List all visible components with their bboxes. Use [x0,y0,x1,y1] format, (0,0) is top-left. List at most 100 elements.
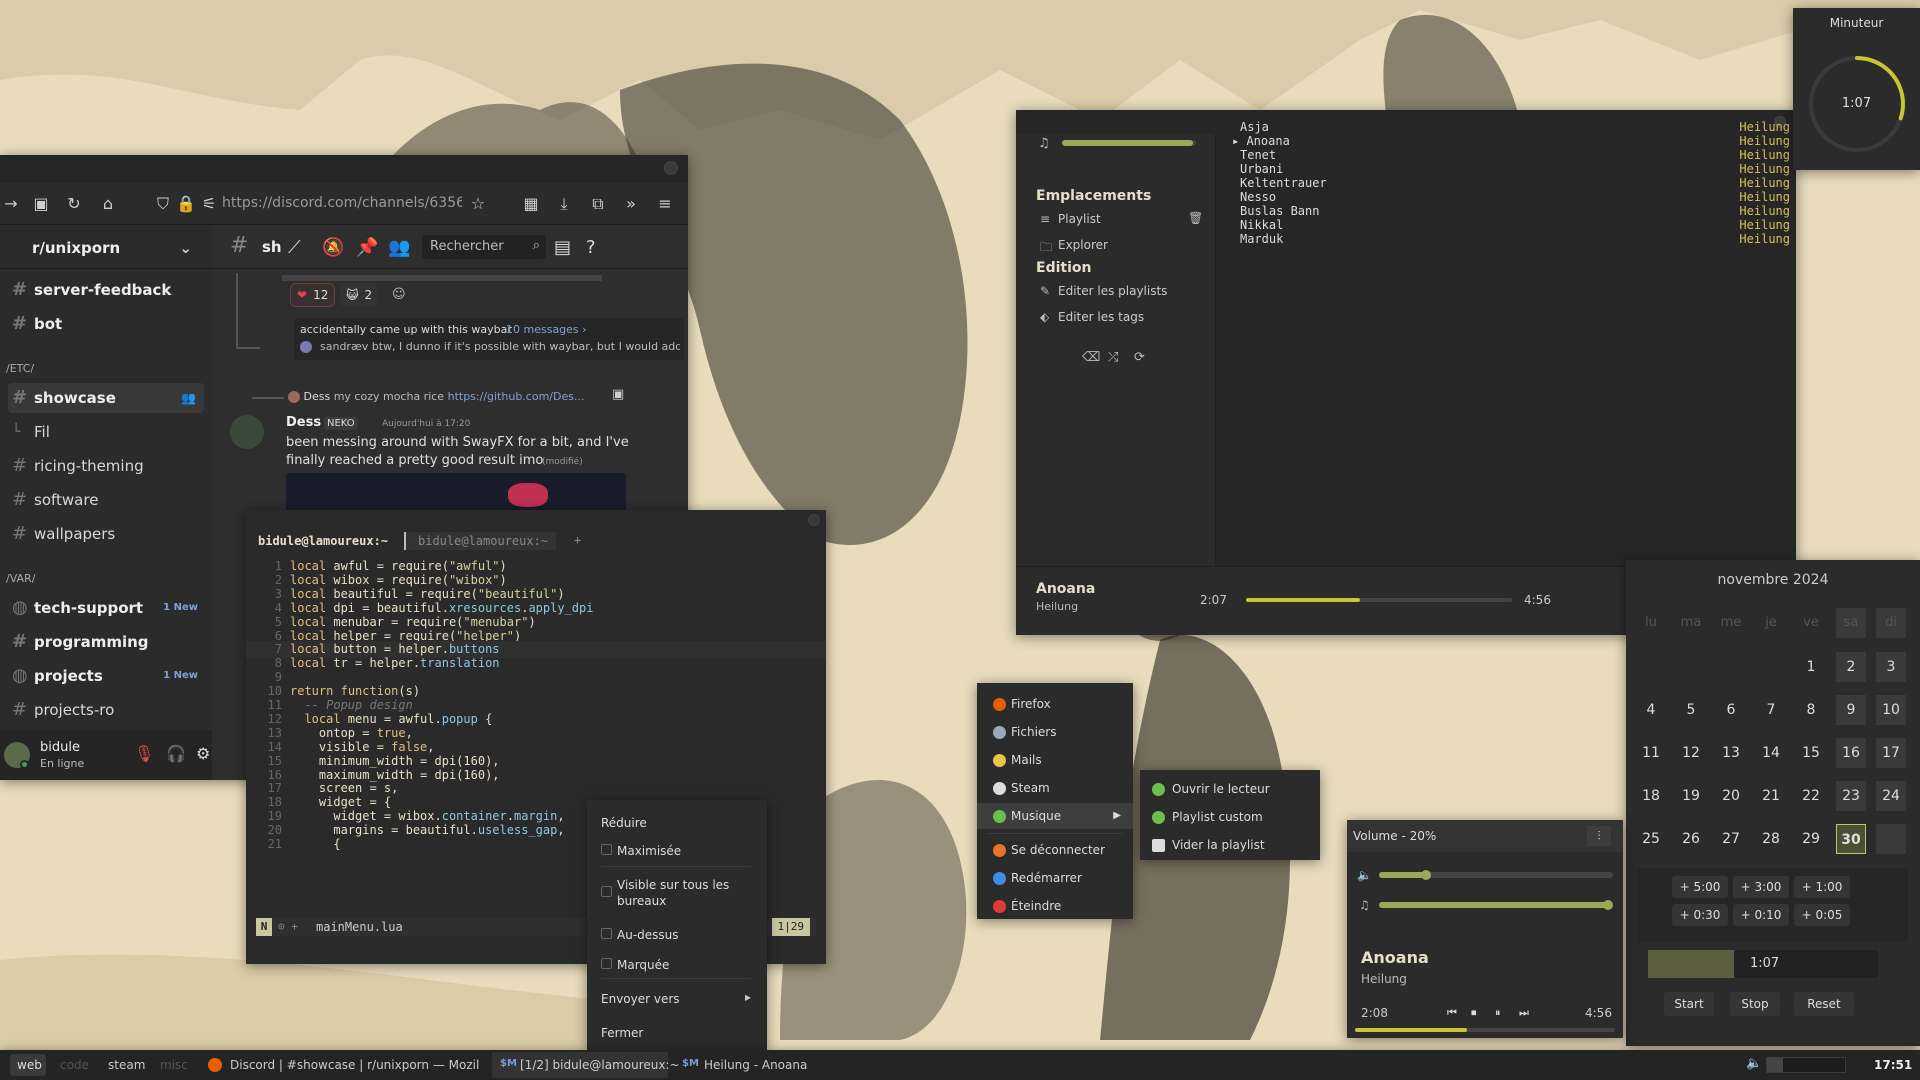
slider-knob[interactable] [1603,900,1614,910]
add-member-icon[interactable]: 👥 [181,383,196,413]
calendar-day[interactable]: 5 [1676,695,1706,725]
calendar-day[interactable]: 23 [1836,781,1866,811]
preset-30s[interactable]: + 0:30 [1672,904,1728,926]
calendar-day[interactable]: 26 [1676,824,1706,854]
track-title[interactable]: Urbani [1240,162,1283,176]
calendar-day[interactable]: 1 [1796,652,1826,682]
calendar-day[interactable]: 16 [1836,738,1866,768]
reaction-cat[interactable]: 😺 2 [340,283,379,307]
reply-preview[interactable]: Dess my cozy mocha rice https://github.c… [288,390,668,403]
shield-icon[interactable]: ⛉ [152,193,174,215]
calendar-day[interactable]: 3 [1876,652,1906,682]
category-etc[interactable]: /ETC/ [6,362,34,375]
calendar-day[interactable]: 17 [1876,738,1906,768]
slider-knob[interactable] [1420,870,1431,880]
task-terminal[interactable]: [1/2] bidule@lamoureux:~ [520,1058,680,1072]
track-artist[interactable]: Heilung [1739,232,1790,246]
new-tab-button[interactable]: + [574,533,581,547]
mixer-icon[interactable]: ⫶ [1587,826,1611,846]
track-title[interactable]: Keltentrauer [1240,176,1327,190]
chevron-down-icon[interactable]: ⌄ [179,239,192,257]
screenshot-attachment[interactable] [286,473,626,513]
menu-item-close[interactable]: Fermer [601,1026,643,1040]
tag-steam[interactable]: steam [108,1058,145,1072]
calendar-day[interactable]: 7 [1756,695,1786,725]
calendar-day[interactable]: 20 [1716,781,1746,811]
track-artist[interactable]: Heilung [1739,148,1790,162]
launcher-item-steam[interactable]: Steam [977,775,1133,801]
track-artist[interactable]: Heilung [1739,204,1790,218]
calendar-day[interactable]: 6 [1716,695,1746,725]
channel-server-feedback[interactable]: # server-feedback [8,275,204,305]
track-title[interactable]: ▸ Anoana [1232,134,1290,148]
menu-item-minimize[interactable]: Réduire [601,816,647,830]
channel-programming[interactable]: # programming [8,627,204,657]
pin-icon[interactable]: 📌 [356,237,378,258]
preset-3min[interactable]: + 3:00 [1733,876,1789,898]
calendar-day[interactable]: 9 [1836,695,1866,725]
calendar-day[interactable]: 28 [1756,824,1786,854]
menu-item-marked[interactable]: Marquée [617,958,669,972]
nav-explorer[interactable]: Explorer [1058,238,1108,252]
server-header[interactable]: r/unixporn ⌄ [0,225,212,269]
settings-gear-icon[interactable]: ⚙ [196,744,210,763]
nav-edit-tags[interactable]: Editer les tags [1058,310,1144,324]
reload-icon[interactable]: ↻ [63,193,85,215]
track-title[interactable]: Buslas Bann [1240,204,1319,218]
thread-preview[interactable]: accidentally came up with this waybar 10… [294,318,684,360]
task-firefox[interactable]: Discord | #showcase | r/unixporn — Mozil… [230,1058,480,1072]
previous-icon[interactable]: ⏮ [1447,1006,1457,1020]
calendar-day[interactable]: 2 [1836,652,1866,682]
stop-button[interactable]: Stop [1730,992,1780,1016]
channel-software[interactable]: # software [8,485,204,515]
trash-icon[interactable]: 🗑 [1188,211,1203,225]
channel-wallpapers[interactable]: # wallpapers [8,519,204,549]
volume-icon[interactable]: 🔈 [1746,1056,1762,1071]
extension-icon[interactable]: ▦ [520,193,542,215]
calendar-day[interactable]: 8 [1796,695,1826,725]
progress-bar[interactable] [1246,598,1512,602]
menu-item-ontop[interactable]: Au-dessus [617,928,679,942]
calendar-day[interactable]: 27 [1716,824,1746,854]
track-title[interactable]: Tenet [1240,148,1276,162]
inbox-icon[interactable]: ▤ [554,237,571,258]
checkbox[interactable] [601,844,612,855]
reset-button[interactable]: Reset [1794,992,1854,1016]
track-artist[interactable]: Heilung [1739,134,1790,148]
launcher-item-musique[interactable]: Musique ▶ [977,803,1133,829]
checkbox[interactable] [601,886,612,897]
track-title[interactable]: Asja [1240,120,1269,134]
repeat-icon[interactable]: ⟳ [1134,350,1145,365]
channel-ricing-theming[interactable]: # ricing-theming [8,451,204,481]
close-icon[interactable] [664,161,678,175]
calendar-day[interactable]: 21 [1756,781,1786,811]
calendar-day[interactable]: 25 [1636,824,1666,854]
tag-code[interactable]: code [60,1058,89,1072]
track-artist[interactable]: Heilung [1739,176,1790,190]
menu-item-maximized[interactable]: Maximisée [617,844,681,858]
next-icon[interactable]: ⏭ [1519,1006,1529,1020]
notification-off-icon[interactable]: 🔕 [322,237,344,258]
help-icon[interactable]: ? [586,237,596,258]
calendar-day[interactable]: 11 [1636,738,1666,768]
music-volume-slider[interactable] [1379,900,1614,910]
track-artist[interactable]: Heilung [1739,190,1790,204]
submenu-custom-playlist[interactable]: Playlist custom [1140,804,1296,830]
preset-10s[interactable]: + 0:10 [1733,904,1789,926]
sidebar-toggle-icon[interactable]: ▣ [30,193,52,215]
track-artist[interactable]: Heilung [1739,218,1790,232]
shuffle-icon[interactable]: ⤮ [1108,350,1118,365]
track-title[interactable]: Nikkal [1240,218,1283,232]
stop-icon[interactable]: ⏹ [1471,1006,1477,1020]
volume-meter[interactable] [1766,1057,1846,1073]
channel-bot[interactable]: # bot [8,309,204,339]
nav-playlist[interactable]: Playlist [1058,212,1101,226]
track-progress-bar[interactable] [1355,1028,1615,1032]
calendar-day[interactable]: 29 [1796,824,1826,854]
url-bar[interactable]: https://discord.com/channels/635612 [222,195,462,211]
channel-showcase[interactable]: # showcase 👥 [8,383,204,413]
pause-icon[interactable]: ⏸ [1495,1006,1501,1020]
tag-web[interactable]: web [17,1058,42,1072]
launcher-item--teindre[interactable]: Éteindre [977,893,1133,919]
calendar-day[interactable]: 30 [1836,824,1866,854]
